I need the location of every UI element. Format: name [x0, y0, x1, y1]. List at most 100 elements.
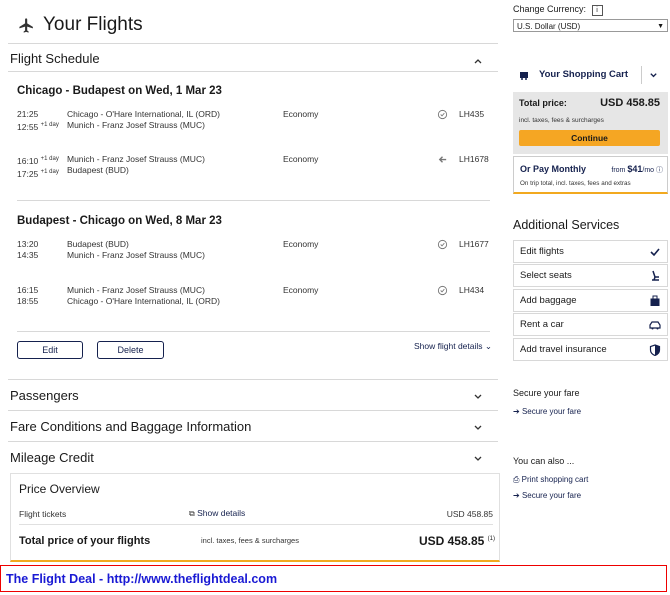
- flight-schedule-title: Flight Schedule: [10, 51, 100, 66]
- pay-monthly-note: On trip total, incl. taxes, fees and ext…: [520, 180, 631, 187]
- divider: [641, 66, 642, 84]
- service-label: Edit flights: [520, 246, 564, 257]
- segment-times: 13:20 14:35: [17, 239, 65, 261]
- service-add-baggage[interactable]: Add baggage: [513, 289, 668, 312]
- dropdown-arrow-icon: ▼: [657, 23, 664, 30]
- departure-time: 16:15: [17, 285, 39, 295]
- info-icon[interactable]: ⓘ: [656, 167, 663, 174]
- divider: [8, 71, 498, 72]
- currency-select[interactable]: U.S. Dollar (USD) ▼: [513, 19, 668, 32]
- chevron-down-icon[interactable]: [473, 454, 483, 464]
- departure-airport: Munich - Franz Josef Strauss (MUC): [67, 154, 205, 164]
- divider: [17, 331, 490, 332]
- segment-airports: Munich - Franz Josef Strauss (MUC) Chica…: [67, 285, 267, 307]
- service-label: Add baggage: [520, 295, 577, 306]
- flight-deal-banner[interactable]: The Flight Deal - http://www.theflightde…: [0, 565, 667, 592]
- print-cart-link[interactable]: ⎙ Print shopping cart: [513, 475, 588, 485]
- info-icon[interactable]: i: [591, 5, 603, 16]
- service-edit-flights[interactable]: Edit flights: [513, 240, 668, 263]
- day-suffix: +1 day: [40, 156, 59, 162]
- flight-schedule-header[interactable]: Flight Schedule: [10, 51, 495, 66]
- fare-conditions-header[interactable]: Fare Conditions and Baggage Information: [10, 419, 495, 434]
- passengers-title: Passengers: [10, 388, 79, 403]
- shopping-cart-title: Your Shopping Cart: [539, 69, 629, 80]
- pay-monthly-from: from: [611, 167, 626, 174]
- show-flight-details-label: Show flight details: [414, 341, 483, 351]
- delete-button[interactable]: Delete: [97, 341, 164, 359]
- divider: [8, 441, 498, 442]
- clock-icon: [437, 285, 448, 296]
- divider: [8, 43, 498, 44]
- arrival-time: 14:35: [17, 250, 39, 260]
- chevron-down-icon[interactable]: [473, 392, 483, 402]
- seat-icon: [652, 270, 659, 281]
- pay-monthly-unit: /mo: [642, 167, 655, 174]
- footnote-marker: (1): [487, 536, 495, 542]
- chevron-down-icon[interactable]: [649, 71, 658, 80]
- shopping-cart-header[interactable]: Your Shopping Cart: [513, 62, 668, 88]
- currency-label: Change Currency:: [513, 4, 587, 14]
- segment-airports: Budapest (BUD) Munich - Franz Josef Stra…: [67, 239, 267, 261]
- cart-total-label: Total price:: [519, 98, 567, 108]
- print-cart-link-label: Print shopping cart: [521, 475, 589, 484]
- day-suffix: +1 day: [40, 168, 59, 175]
- total-price-note: incl. taxes, fees & surcharges: [201, 536, 299, 545]
- show-flight-details-link[interactable]: Show flight details ⌄: [414, 341, 492, 352]
- service-travel-insurance[interactable]: Add travel insurance: [513, 338, 668, 361]
- secure-fare-link-label: Secure your fare: [521, 407, 582, 416]
- clock-icon: [437, 239, 448, 250]
- departure-time: 16:10: [17, 155, 39, 166]
- cabin-class: Economy: [283, 109, 319, 119]
- cabin-class: Economy: [283, 239, 319, 249]
- divider: [17, 200, 490, 201]
- total-price-amount: USD 458.85: [418, 534, 485, 548]
- secure-fare-title: Secure your fare: [513, 388, 580, 398]
- segment-airports: Chicago - O'Hare International, IL (ORD)…: [67, 109, 267, 131]
- cart-total-value: USD 458.85: [600, 97, 660, 109]
- cabin-class: Economy: [283, 285, 319, 295]
- arrival-airport: Munich - Franz Josef Strauss (MUC): [67, 120, 205, 130]
- divider: [8, 379, 498, 380]
- total-price-label: Total price of your flights: [19, 535, 151, 547]
- pay-monthly-panel[interactable]: Or Pay Monthly from $41/mo ⓘ On trip tot…: [513, 156, 668, 194]
- mileage-credit-header[interactable]: Mileage Credit: [10, 450, 495, 465]
- chevron-down-icon[interactable]: [473, 423, 483, 433]
- flight-number: LH1678: [459, 154, 489, 164]
- flight-deal-text: The Flight Deal - http://www.theflightde…: [6, 572, 278, 586]
- cabin-class: Economy: [283, 154, 319, 164]
- cart-summary: Total price: USD 458.85 incl. taxes, fee…: [513, 92, 668, 154]
- chevron-up-icon[interactable]: [473, 56, 483, 66]
- service-rent-car[interactable]: Rent a car: [513, 313, 668, 336]
- show-details-link[interactable]: ⧉ Show details: [189, 508, 245, 519]
- departure-time: 21:25: [17, 109, 39, 119]
- segment-times: 21:25 12:55 +1 day: [17, 109, 65, 133]
- arrow-left-icon: [438, 156, 447, 163]
- flight-number: LH1677: [459, 239, 489, 249]
- departure-airport: Munich - Franz Josef Strauss (MUC): [67, 285, 205, 295]
- passengers-header[interactable]: Passengers: [10, 388, 495, 403]
- edit-button[interactable]: Edit: [17, 341, 83, 359]
- flight-number: LH434: [459, 285, 485, 295]
- secure-fare-link[interactable]: ➔ Secure your fare: [513, 407, 581, 416]
- continue-button[interactable]: Continue: [519, 130, 660, 146]
- plane-icon: [19, 17, 33, 33]
- printer-icon: ⎙: [513, 475, 520, 484]
- arrival-airport: Munich - Franz Josef Strauss (MUC): [67, 250, 205, 260]
- segment-times: 16:10 +1 day 17:25 +1 day: [17, 154, 65, 180]
- secure-fare-link-2[interactable]: ➔ Secure your fare: [513, 491, 581, 500]
- chevron-down-icon: ⌄: [484, 341, 493, 351]
- day-suffix: +1 day: [40, 122, 59, 128]
- mileage-credit-title: Mileage Credit: [10, 450, 94, 465]
- pay-monthly-price: from $41/mo ⓘ: [611, 164, 663, 175]
- divider: [19, 524, 493, 525]
- flight-tickets-value: USD 458.85: [446, 509, 493, 519]
- shield-icon: [649, 344, 661, 356]
- service-label: Rent a car: [520, 319, 564, 330]
- outbound-route-title: Chicago - Budapest on Wed, 1 Mar 23: [17, 85, 222, 97]
- page-title-text: Your Flights: [43, 14, 143, 35]
- divider: [8, 410, 498, 411]
- arrival-airport: Chicago - O'Hare International, IL (ORD): [67, 296, 220, 306]
- fare-conditions-title: Fare Conditions and Baggage Information: [10, 419, 252, 434]
- service-select-seats[interactable]: Select seats: [513, 264, 668, 287]
- departure-airport: Chicago - O'Hare International, IL (ORD): [67, 109, 220, 119]
